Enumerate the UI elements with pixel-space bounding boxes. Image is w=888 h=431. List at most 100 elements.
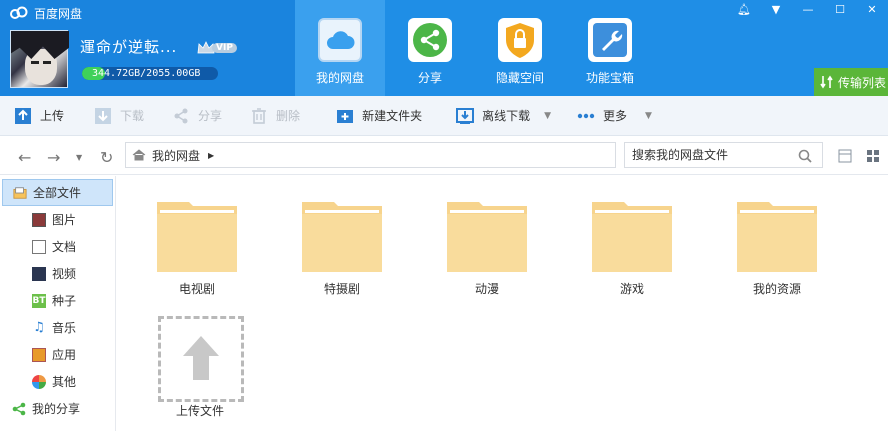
maximize-icon[interactable]: ☐ xyxy=(824,0,856,18)
folder-item[interactable]: 动漫 xyxy=(422,176,532,296)
folder-label: 特摄剧 xyxy=(323,282,360,296)
upload-button[interactable]: 上传 xyxy=(0,96,78,136)
minimize-icon[interactable]: — xyxy=(792,0,824,18)
sidebar: 全部文件 图片 文档 视频 BT 种子 ♫ 音乐 应用 其他 我的分享 xyxy=(0,176,116,431)
storage-quota-text: 344.72GB/2055.00GB xyxy=(92,68,201,79)
sidebar-item-music[interactable]: ♫ 音乐 xyxy=(0,314,115,341)
upload-arrow-icon xyxy=(183,336,219,380)
share-small-icon xyxy=(172,107,190,125)
sidebar-item-documents[interactable]: 文档 xyxy=(0,233,115,260)
wrench-icon xyxy=(588,18,632,62)
folder-icon xyxy=(447,202,527,272)
chevron-down-icon[interactable]: ▼ xyxy=(544,111,551,121)
tab-toolbox[interactable]: 功能宝箱 xyxy=(565,0,655,96)
folder-icon xyxy=(302,202,382,272)
transfer-icon xyxy=(820,75,833,89)
folder-label: 电视剧 xyxy=(178,282,215,296)
folder-item[interactable]: 游戏 xyxy=(567,176,677,296)
share-label: 分享 xyxy=(198,109,223,123)
close-icon[interactable]: ✕ xyxy=(856,0,888,18)
sidebar-item-torrents[interactable]: BT 种子 xyxy=(0,287,115,314)
storage-quota-bar: 344.72GB/2055.00GB xyxy=(82,67,218,80)
sidebar-item-other[interactable]: 其他 xyxy=(0,368,115,395)
vip-label: VIP xyxy=(212,43,237,53)
new-folder-label: 新建文件夹 xyxy=(362,109,423,123)
folder-label: 游戏 xyxy=(619,282,644,296)
folder-icon xyxy=(737,202,817,272)
sidebar-item-label: 种子 xyxy=(52,294,77,308)
delete-button[interactable]: 删除 xyxy=(236,96,314,136)
new-folder-button[interactable]: 新建文件夹 xyxy=(314,96,436,136)
search-icon[interactable] xyxy=(798,149,812,163)
upload-label: 上传 xyxy=(40,109,65,123)
app-title-text: 百度网盘 xyxy=(34,6,83,21)
transfer-list-label: 传输列表 xyxy=(838,75,887,90)
more-label: 更多 xyxy=(603,109,628,123)
tab-share-label: 分享 xyxy=(417,71,442,85)
grid-view-icon[interactable] xyxy=(866,149,880,163)
upload-file-label: 上传文件 xyxy=(175,404,224,418)
refresh-icon[interactable]: ↻ xyxy=(100,148,113,167)
tab-hidden-space-label: 隐藏空间 xyxy=(495,71,544,85)
folder-item[interactable]: 我的资源 xyxy=(712,176,822,296)
tab-hidden-space[interactable]: 隐藏空间 xyxy=(475,0,565,96)
download-label: 下载 xyxy=(120,109,145,123)
upload-icon xyxy=(14,107,32,125)
lock-icon xyxy=(498,18,542,62)
sidebar-item-label: 图片 xyxy=(52,213,77,227)
new-folder-icon xyxy=(336,107,354,125)
trash-icon xyxy=(250,107,268,125)
avatar[interactable] xyxy=(10,30,69,88)
sidebar-item-label: 其他 xyxy=(52,375,77,389)
window-controls: 🔔︎ ▼ — ☐ ✕ xyxy=(728,0,888,18)
sidebar-item-all-files[interactable]: 全部文件 xyxy=(2,179,113,206)
bell-icon[interactable]: 🔔︎ xyxy=(728,0,760,18)
delete-label: 删除 xyxy=(276,109,301,123)
tab-my-disk[interactable]: 我的网盘 xyxy=(295,0,385,96)
username[interactable]: 運命が逆転... xyxy=(80,36,177,57)
breadcrumb-arrow-icon[interactable]: ▶ xyxy=(208,151,214,160)
other-icon xyxy=(32,374,46,389)
breadcrumb[interactable]: 我的网盘 ▶ xyxy=(125,142,616,168)
sidebar-item-apps[interactable]: 应用 xyxy=(0,341,115,368)
tab-share[interactable]: 分享 xyxy=(385,0,475,96)
sidebar-item-my-share[interactable]: 我的分享 xyxy=(0,395,115,422)
back-arrow-icon[interactable]: ← xyxy=(18,148,31,167)
app-icon xyxy=(32,347,46,362)
folder-label: 动漫 xyxy=(474,282,499,296)
sidebar-item-label: 全部文件 xyxy=(33,186,82,200)
folder-icon xyxy=(592,202,672,272)
document-icon xyxy=(32,239,46,254)
download-button[interactable]: 下载 xyxy=(78,96,158,136)
more-dots-icon xyxy=(577,107,595,125)
upload-file-tile[interactable] xyxy=(158,316,244,402)
more-button[interactable]: 更多 ▼ xyxy=(565,96,666,136)
baidu-cloud-logo-icon xyxy=(10,6,28,19)
history-dropdown-icon[interactable]: ▼ xyxy=(76,153,82,162)
all-files-icon xyxy=(13,186,27,200)
list-view-icon[interactable] xyxy=(838,149,852,163)
menu-icon[interactable]: ▼ xyxy=(760,0,792,18)
forward-arrow-icon[interactable]: → xyxy=(47,148,60,167)
sidebar-item-pictures[interactable]: 图片 xyxy=(0,206,115,233)
folder-item[interactable]: 电视剧 xyxy=(132,176,242,296)
sidebar-item-label: 我的分享 xyxy=(32,402,81,416)
offline-download-icon xyxy=(456,107,475,125)
folder-item[interactable]: 特摄剧 xyxy=(277,176,387,296)
share-button[interactable]: 分享 xyxy=(158,96,236,136)
toolbar: 上传 下载 分享 删除 新建文件夹 离线下载 ▼ 更多 ▼ xyxy=(0,96,888,136)
transfer-list-button[interactable]: 传输列表 xyxy=(814,68,888,96)
tab-toolbox-label: 功能宝箱 xyxy=(585,71,634,85)
chevron-down-icon[interactable]: ▼ xyxy=(645,111,652,121)
cloud-icon xyxy=(318,18,362,62)
sidebar-item-label: 视频 xyxy=(52,267,77,281)
sidebar-item-videos[interactable]: 视频 xyxy=(0,260,115,287)
folder-label: 我的资源 xyxy=(752,282,801,296)
sidebar-item-label: 文档 xyxy=(52,240,77,254)
search-input[interactable] xyxy=(632,148,792,162)
app-title: 百度网盘 xyxy=(10,5,82,21)
breadcrumb-item[interactable]: 我的网盘 xyxy=(152,147,200,164)
vip-badge[interactable]: VIP xyxy=(196,39,237,57)
address-bar: ← → ▼ ↻ 我的网盘 ▶ xyxy=(0,137,888,175)
offline-download-button[interactable]: 离线下载 ▼ xyxy=(436,96,565,136)
